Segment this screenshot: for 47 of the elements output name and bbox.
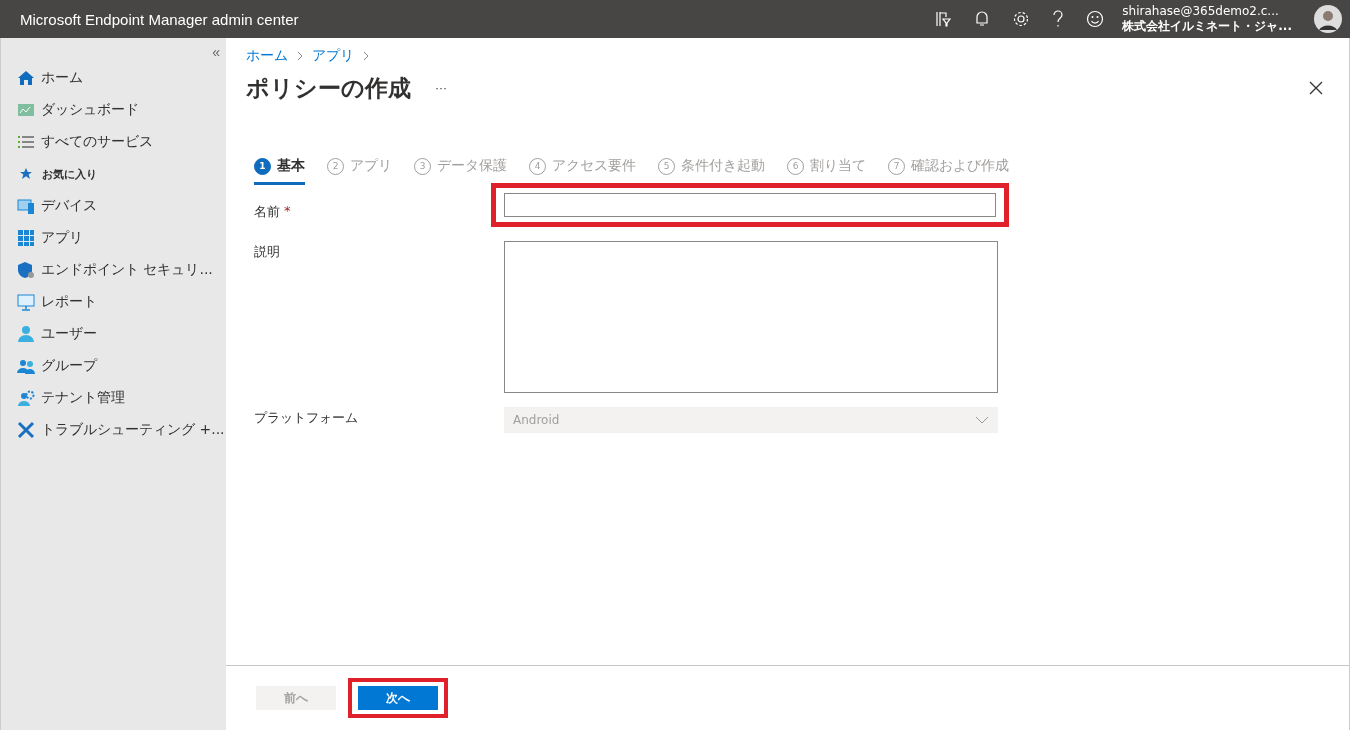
breadcrumb-link[interactable]: アプリ — [312, 47, 354, 65]
help-icon[interactable] — [1052, 10, 1065, 28]
shield-icon — [17, 261, 35, 279]
chevron-down-icon — [975, 416, 989, 424]
field-label: プラットフォーム — [254, 409, 358, 427]
sidebar-item[interactable]: レポート — [1, 286, 226, 318]
collapse-button[interactable]: « — [212, 42, 220, 62]
chevron-icon — [362, 51, 370, 61]
name-input-field[interactable] — [504, 193, 996, 217]
sidebar-item[interactable]: すべてのサービス — [1, 126, 226, 158]
section-label: お気に入り — [42, 166, 97, 182]
sidebar-item[interactable]: テナント管理 — [1, 382, 226, 414]
wizard-step-tab[interactable]: 1 基本 — [254, 150, 305, 185]
list-icon — [17, 133, 35, 151]
settings-icon[interactable] — [1012, 10, 1031, 28]
home-icon — [17, 69, 35, 87]
sidebar-item[interactable]: グループ — [1, 350, 226, 382]
filter-icon[interactable] — [934, 10, 953, 28]
report-icon — [17, 293, 35, 311]
user-organization[interactable]: 株式会社イルミネート・ジャ... — [1122, 19, 1292, 34]
group-icon — [17, 357, 35, 375]
apps-icon — [17, 229, 35, 247]
avatar-icon[interactable] — [1314, 5, 1342, 33]
sidebar-item[interactable]: デバイス — [1, 190, 226, 222]
smiley-icon[interactable] — [1086, 10, 1105, 28]
sidebar-item[interactable]: ダッシュボード — [1, 94, 226, 126]
sidebar-item[interactable]: アプリ — [1, 222, 226, 254]
sidebar-item[interactable]: トラブルシューティング +... — [1, 414, 226, 446]
chevron-icon — [296, 51, 304, 61]
next-button[interactable]: 次へ — [358, 686, 438, 710]
field-label: 名前 — [254, 203, 280, 221]
sidebar-item[interactable]: エンドポイント セキュリ... — [1, 254, 226, 286]
user-icon — [17, 325, 35, 343]
star-icon — [20, 168, 32, 180]
close-icon[interactable] — [1309, 81, 1323, 95]
description-input-field[interactable] — [504, 241, 998, 393]
device-icon — [17, 197, 35, 215]
more-button[interactable]: ··· — [429, 80, 453, 96]
notification-icon[interactable] — [974, 10, 991, 28]
app-title: Microsoft Endpoint Manager admin center — [20, 10, 299, 28]
sidebar-item[interactable]: ユーザー — [1, 318, 226, 350]
sidebar-item[interactable]: ホーム — [1, 62, 226, 94]
required-mark: * — [284, 203, 291, 220]
field-label: 説明 — [254, 243, 280, 261]
breadcrumb-link[interactable]: ホーム — [246, 47, 288, 65]
user-email[interactable]: shirahase@365demo2.c... — [1122, 4, 1292, 19]
page-title: ポリシーの作成 — [246, 73, 411, 103]
